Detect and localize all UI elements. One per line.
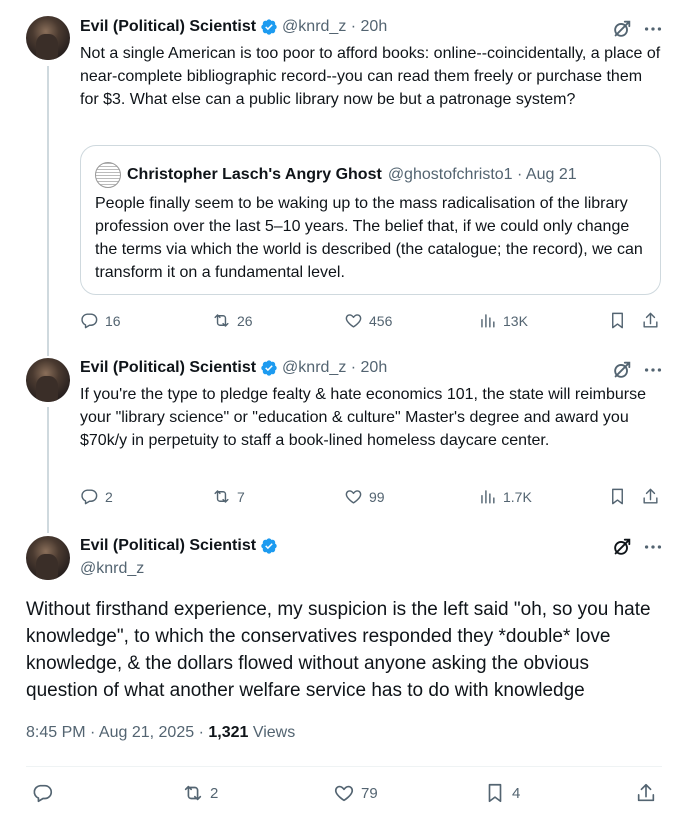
more-icon[interactable] <box>642 18 664 40</box>
repost-icon <box>184 785 202 801</box>
quote-handle-time: @ghostofchristo1 · Aug 21 <box>387 166 577 183</box>
tweet-header: Evil (Political) Scientist @knrd_z · 20h <box>80 359 387 377</box>
thread-line <box>47 407 49 533</box>
repost-count: 2 <box>210 784 219 802</box>
tweet-header: Evil (Political) Scientist @knrd_z · 20h <box>80 18 387 36</box>
repost-button[interactable]: 7 <box>212 487 245 506</box>
bookmark-icon <box>612 488 623 505</box>
like-button[interactable]: 99 <box>344 487 385 506</box>
reply-icon <box>33 784 53 803</box>
views-label: Views <box>248 724 296 741</box>
share-icon <box>643 312 658 328</box>
tweet-text: If you're the type to pledge fealty & ha… <box>80 386 647 449</box>
quote-text: People finally seem to be waking up to t… <box>95 195 643 281</box>
share-button[interactable] <box>641 311 660 330</box>
views-button[interactable]: 1.7K <box>478 487 532 506</box>
views-count: 13K <box>503 312 528 329</box>
divider <box>26 766 662 767</box>
quote-avatar <box>95 162 121 188</box>
repost-count: 26 <box>237 312 253 329</box>
grok-icon[interactable] <box>611 359 633 381</box>
tweet-header: Evil (Political) Scientist <box>80 537 278 555</box>
like-count: 456 <box>369 312 393 329</box>
reply-button[interactable] <box>32 782 54 804</box>
author-name[interactable]: Evil (Political) Scientist <box>80 18 256 36</box>
tweet-text: Not a single American is too poor to aff… <box>80 45 661 108</box>
bookmark-button[interactable] <box>608 311 627 330</box>
avatar[interactable] <box>26 536 70 580</box>
bookmark-icon <box>612 312 623 329</box>
quote-tweet[interactable]: Christopher Lasch's Angry Ghost @ghostof… <box>80 145 661 295</box>
grok-icon[interactable] <box>611 536 633 558</box>
views-icon <box>481 490 495 504</box>
share-button[interactable] <box>641 487 660 506</box>
share-button[interactable] <box>635 782 657 804</box>
reply-count: 2 <box>105 488 113 505</box>
author-name[interactable]: Evil (Political) Scientist <box>80 359 256 377</box>
author-name[interactable]: Evil (Political) Scientist <box>80 537 256 555</box>
like-count: 79 <box>361 784 378 802</box>
bookmark-button[interactable]: 4 <box>484 782 520 804</box>
like-count: 99 <box>369 488 385 505</box>
views-button[interactable]: 13K <box>478 311 528 330</box>
quote-header: Christopher Lasch's Angry Ghost @ghostof… <box>95 162 577 188</box>
tweet-meta: 8:45 PM · Aug 21, 2025 · 1,321 Views <box>26 724 295 742</box>
reply-button[interactable]: 16 <box>80 311 121 330</box>
views-icon <box>481 314 495 328</box>
grok-icon[interactable] <box>611 18 633 40</box>
share-icon <box>643 488 658 504</box>
verified-icon <box>261 19 277 35</box>
reply-icon <box>81 313 98 329</box>
verified-icon <box>261 360 277 376</box>
like-icon <box>334 785 354 802</box>
like-button[interactable]: 79 <box>333 782 378 804</box>
thread-line <box>47 66 49 356</box>
bookmark-count: 4 <box>512 784 521 802</box>
repost-count: 7 <box>237 488 245 505</box>
handle-time[interactable]: @knrd_z · 20h <box>282 359 387 377</box>
avatar[interactable] <box>26 16 70 60</box>
timestamp[interactable]: 8:45 PM · Aug 21, 2025 · <box>26 724 208 741</box>
bookmark-button[interactable] <box>608 487 627 506</box>
repost-icon <box>214 314 229 327</box>
views-count: 1,321 <box>208 724 249 741</box>
share-icon <box>637 783 655 802</box>
reply-button[interactable]: 2 <box>80 487 113 506</box>
quote-author-name: Christopher Lasch's Angry Ghost <box>127 166 382 183</box>
avatar[interactable] <box>26 358 70 402</box>
like-icon <box>345 490 362 504</box>
author-handle[interactable]: @knrd_z <box>80 560 144 578</box>
views-count: 1.7K <box>503 488 532 505</box>
handle-time[interactable]: @knrd_z · 20h <box>282 18 387 36</box>
like-icon <box>345 314 362 328</box>
repost-button[interactable]: 26 <box>212 311 253 330</box>
more-icon[interactable] <box>642 359 664 381</box>
reply-icon <box>81 489 98 505</box>
more-icon[interactable] <box>642 536 664 558</box>
bookmark-icon <box>488 783 502 803</box>
reply-count: 16 <box>105 312 121 329</box>
like-button[interactable]: 456 <box>344 311 392 330</box>
repost-icon <box>214 490 229 503</box>
repost-button[interactable]: 2 <box>182 782 218 804</box>
verified-icon <box>261 538 277 554</box>
main-tweet-text: Without firsthand experience, my suspici… <box>26 599 651 701</box>
